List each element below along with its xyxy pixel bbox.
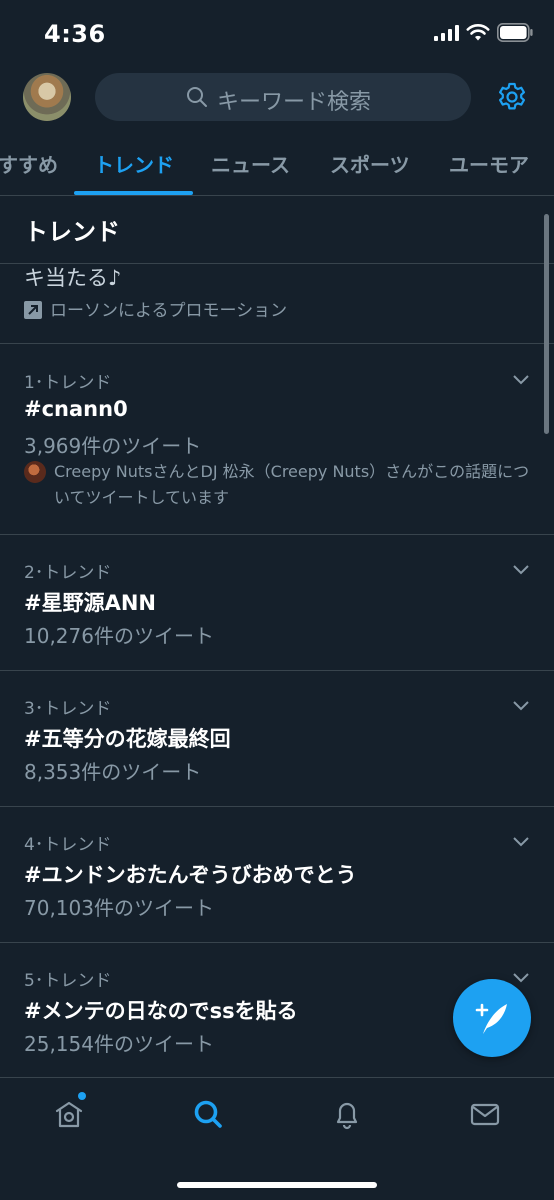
tab-news[interactable]: ニュース	[211, 149, 290, 178]
trend-tweet-count: 8,353件のツイート	[24, 760, 202, 784]
trend-item[interactable]: 3･トレンド #五等分の花嫁最終回 8,353件のツイート	[0, 671, 554, 806]
trend-name: #五等分の花嫁最終回	[24, 727, 231, 751]
bell-icon[interactable]	[331, 1098, 363, 1130]
battery-icon	[497, 23, 533, 42]
status-bar: 4:36	[0, 0, 554, 66]
explore-screen: 4:36 キーワード検索 すすめ トレンド ニュース スポーツ ユーモア トレン…	[0, 0, 554, 1200]
trend-meta: 1･トレンド	[24, 373, 112, 393]
new-content-dot	[78, 1092, 86, 1100]
trend-tweet-count: 3,969件のツイート	[24, 434, 202, 458]
trend-name: #メンテの日なのでssを貼る	[24, 999, 298, 1023]
compose-tweet-button[interactable]	[453, 979, 531, 1057]
chevron-down-icon[interactable]	[512, 836, 530, 848]
scrollbar[interactable]	[544, 214, 549, 434]
context-text: Creepy NutsさんとDJ 松永（Creepy Nuts）さんがこの話題に…	[54, 462, 530, 507]
chevron-down-icon[interactable]	[512, 700, 530, 712]
search-icon[interactable]	[192, 1098, 224, 1130]
trend-item[interactable]: 2･トレンド #星野源ANN 10,276件のツイート	[0, 535, 554, 670]
trend-meta: 3･トレンド	[24, 699, 112, 719]
home-indicator	[177, 1182, 377, 1188]
search-placeholder: キーワード検索	[217, 90, 372, 115]
wifi-icon	[466, 24, 490, 41]
promoted-arrow-icon	[24, 301, 42, 319]
chevron-down-icon[interactable]	[512, 972, 530, 984]
compose-feather-icon	[475, 1003, 507, 1034]
explore-tabs: すすめ トレンド ニュース スポーツ ユーモア	[0, 134, 554, 196]
section-title: トレンド	[24, 218, 120, 246]
promoted-label: ローソンによるプロモーション	[24, 296, 287, 321]
chevron-down-icon[interactable]	[512, 374, 530, 386]
chevron-down-icon[interactable]	[512, 564, 530, 576]
trend-meta: 4･トレンド	[24, 835, 112, 855]
status-time: 4:36	[44, 20, 106, 48]
tab-sports[interactable]: スポーツ	[330, 149, 410, 178]
trend-item[interactable]: 1･トレンド #cnann0 3,969件のツイート Creepy Nutsさん…	[0, 344, 554, 534]
context-avatar	[24, 461, 46, 483]
tab-humor[interactable]: ユーモア	[449, 149, 529, 178]
active-tab-indicator	[74, 191, 193, 195]
cell-signal-icon	[434, 25, 459, 41]
settings-gear-icon[interactable]	[496, 81, 528, 113]
trend-item[interactable]: 4･トレンド #ユンドンおたんぞうびおめでとう 70,103件のツイート	[0, 807, 554, 942]
tab-recommended[interactable]: すすめ	[0, 149, 58, 178]
trend-meta: 5･トレンド	[24, 971, 112, 991]
trend-name: #ユンドンおたんぞうびおめでとう	[24, 863, 357, 887]
trend-name: #cnann0	[24, 397, 128, 421]
mail-icon[interactable]	[469, 1098, 501, 1130]
search-input[interactable]: キーワード検索	[95, 73, 471, 121]
home-icon[interactable]	[53, 1098, 85, 1130]
search-icon	[187, 87, 207, 107]
trend-tweet-count: 70,103件のツイート	[24, 896, 214, 920]
trend-meta: 2･トレンド	[24, 563, 112, 583]
promoted-by-text: ローソンによるプロモーション	[50, 301, 288, 321]
trend-name: #星野源ANN	[24, 591, 156, 615]
tab-trends[interactable]: トレンド	[94, 149, 174, 178]
trend-tweet-count: 25,154件のツイート	[24, 1032, 214, 1056]
promoted-text: キ当たる♪	[24, 266, 122, 290]
profile-avatar[interactable]	[23, 73, 71, 121]
trend-tweet-count: 10,276件のツイート	[24, 624, 214, 648]
